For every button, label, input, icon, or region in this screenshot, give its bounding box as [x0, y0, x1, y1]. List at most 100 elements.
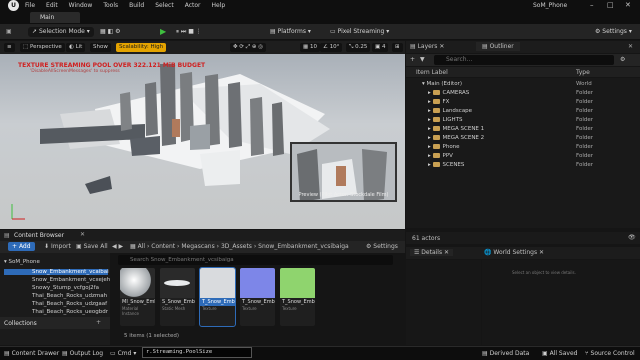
breadcrumb-3d-assets[interactable]: 3D_Assets: [221, 243, 252, 250]
tree-item[interactable]: Snowy_Stump_vcfgoj2fa: [32, 285, 99, 291]
transform-tools[interactable]: ✥ ⟳ ⤢ ⊕ ◎: [230, 43, 267, 52]
asset-tile-selected[interactable]: T_Snow_Embankme...Texture: [199, 267, 236, 327]
asset-tile[interactable]: T_Snow_Embankme...Texture: [240, 268, 275, 326]
menu-tools[interactable]: Tools: [103, 2, 118, 9]
console-command-input[interactable]: r.Streaming.PoolSize: [142, 347, 252, 358]
close-tab-icon[interactable]: ✕: [80, 231, 85, 238]
breadcrumb-all[interactable]: All: [138, 243, 145, 250]
folder-icon: [432, 117, 440, 122]
menu-window[interactable]: Window: [69, 2, 93, 9]
tab-outliner[interactable]: ▤ Outliner: [476, 42, 520, 51]
console-command-text: r.Streaming.PoolSize: [146, 349, 213, 355]
play-icon[interactable]: ▶: [160, 27, 166, 37]
save-icon[interactable]: ▣: [6, 27, 12, 37]
breadcrumb-content[interactable]: Content: [151, 243, 175, 250]
pixel-streaming-button[interactable]: ▭ Pixel Streaming ▾: [330, 27, 389, 37]
settings-button[interactable]: ⚙ Settings ▾: [595, 27, 632, 37]
tree-item[interactable]: Thai_Beach_Rocks_ueogbdr: [32, 309, 108, 315]
viewport-menu-button[interactable]: ≡: [4, 43, 15, 52]
viewport-layout-button[interactable]: ⊞: [392, 43, 403, 52]
tab-world-settings[interactable]: 🌐 World Settings ✕: [484, 249, 544, 256]
viewport-toolbar: ≡ ⬚ Perspective ◐ Lit Show Scalability: …: [0, 41, 405, 54]
tab-layers[interactable]: ▤ Layers ✕: [410, 43, 444, 50]
asset-tile[interactable]: T_Snow_Embankment...Texture: [280, 268, 315, 326]
col-type[interactable]: Type: [576, 69, 590, 76]
menu-actor[interactable]: Actor: [185, 2, 201, 9]
cmd-label: Cmd: [117, 350, 132, 357]
import-button[interactable]: ⬇ Import: [44, 243, 71, 250]
breadcrumb-folder[interactable]: Snow_Embankment_vcsibaiga: [258, 243, 349, 250]
breadcrumb-megascans[interactable]: Megascans: [181, 243, 214, 250]
view-options-icon[interactable]: 👁: [628, 234, 636, 241]
menu-select[interactable]: Select: [155, 2, 174, 9]
tree-item-selected[interactable]: Snow_Embankment_vcaibai: [4, 269, 109, 275]
content-drawer-button[interactable]: ▤ Content Drawer: [4, 350, 59, 357]
minimize-icon[interactable]: –: [590, 1, 594, 9]
sources-panel: ▾ SoM_Phone Snow_Embankment_vcaibai Snow…: [0, 253, 110, 345]
actor-count-bar: 61 actors 👁: [406, 232, 640, 244]
angle-snap-button[interactable]: ∠ 10°: [320, 43, 343, 52]
filter-icon[interactable]: ▼: [420, 56, 425, 63]
grid-snap-button[interactable]: ▦ 10: [300, 43, 320, 52]
add-button[interactable]: + Add: [8, 242, 35, 251]
camera-speed-button[interactable]: ▣ 4: [372, 43, 389, 52]
scale-snap-value: 0.25: [355, 44, 368, 50]
cb-settings-button[interactable]: ⚙ Settings: [366, 243, 398, 250]
menu-help[interactable]: Help: [212, 2, 226, 9]
warning-suppress-hint: 'DisableAllScreenMessages' to suppress: [30, 69, 120, 74]
collections-header[interactable]: Collections +: [0, 317, 110, 329]
content-drawer-label: Content Drawer: [11, 350, 60, 357]
row-label: FX: [442, 99, 450, 105]
scale-snap-button[interactable]: ⤡ 0.25: [346, 43, 371, 52]
content-browser-header: ▤ Content Browser ✕: [0, 230, 405, 241]
add-collection-icon[interactable]: +: [96, 319, 101, 326]
outliner-row[interactable]: ▸ SCENES Folder: [406, 160, 640, 170]
add-actor-icon[interactable]: +: [410, 56, 415, 63]
menu-file[interactable]: File: [25, 2, 35, 9]
selection-mode-button[interactable]: ➚ Selection Mode ▾: [28, 27, 94, 37]
tab-row: [0, 11, 640, 24]
asset-tile[interactable]: S_Snow_Embankme...Static Mesh: [160, 268, 195, 326]
maximize-icon[interactable]: □: [607, 1, 614, 9]
menu-edit[interactable]: Edit: [46, 2, 58, 9]
scalability-button[interactable]: Scalability: High: [116, 43, 167, 52]
asset-name: T_Snow_Embankme...: [200, 298, 235, 306]
tab-details-label: Details: [421, 249, 443, 256]
content-browser-title[interactable]: Content Browser: [14, 232, 64, 239]
all-saved-button[interactable]: ▣ All Saved: [542, 350, 577, 357]
nav-arrows[interactable]: ◀ ▶: [112, 243, 123, 250]
content-icon[interactable]: ▦ ◧ ⚙: [100, 27, 121, 37]
col-item-label[interactable]: Item Label: [416, 69, 448, 76]
asset-search-input[interactable]: Search Snow_Embankment_vcsibaiga: [118, 255, 393, 265]
save-all-label: Save All: [83, 243, 108, 250]
output-log-button[interactable]: ▤ Output Log: [62, 350, 103, 357]
cmd-button[interactable]: ▭ Cmd ▾: [110, 350, 136, 357]
outliner-search-input[interactable]: Search...: [434, 55, 614, 65]
close-icon[interactable]: ✕: [625, 1, 631, 9]
perspective-button[interactable]: ⬚ Perspective: [20, 43, 65, 52]
asset-type: Material Instance: [122, 306, 140, 316]
playback-controls[interactable]: ⏸ ⏭ ■ ⋮: [176, 27, 202, 37]
tab-main[interactable]: Main: [30, 12, 80, 23]
save-all-button[interactable]: ▣ Save All: [76, 243, 108, 250]
tab-details[interactable]: ☰ Details ✕: [410, 249, 454, 256]
level-viewport[interactable]: TEXTURE STREAMING POOL OVER 322.121 MiB …: [0, 54, 405, 229]
source-control-button[interactable]: ⑂ Source Control: [585, 350, 635, 357]
pip-label: Preview (Pilot Actor: Stockdale Film): [298, 192, 389, 198]
tree-item[interactable]: Thai_Beach_Rocks_udzgaaf: [32, 301, 107, 307]
outliner-settings-icon[interactable]: ⚙: [620, 56, 625, 63]
close-outliner-icon[interactable]: ✕: [628, 43, 633, 50]
outliner-columns: Item Label Type: [406, 67, 640, 77]
asset-tile[interactable]: MI_Snow_EmbankmentMaterial Instance: [120, 268, 155, 326]
menu-build[interactable]: Build: [129, 2, 144, 9]
tree-item[interactable]: Snow_Embankment_vcxejeh: [32, 277, 110, 283]
tree-root[interactable]: ▾ SoM_Phone: [4, 259, 40, 265]
platforms-button[interactable]: ▤ Platforms ▾: [270, 27, 311, 37]
unreal-logo-icon[interactable]: U: [8, 0, 19, 11]
lit-button[interactable]: ◐ Lit: [66, 43, 86, 52]
derived-data-button[interactable]: ▤ Derived Data: [482, 350, 529, 357]
show-button[interactable]: Show: [90, 43, 111, 52]
tree-item[interactable]: Thai_Beach_Rocks_udzmah: [32, 293, 107, 299]
row-label: LIGHTS: [442, 117, 463, 123]
outliner-tabs: ▤ Layers ✕ ▤ Outliner ✕: [406, 41, 640, 53]
